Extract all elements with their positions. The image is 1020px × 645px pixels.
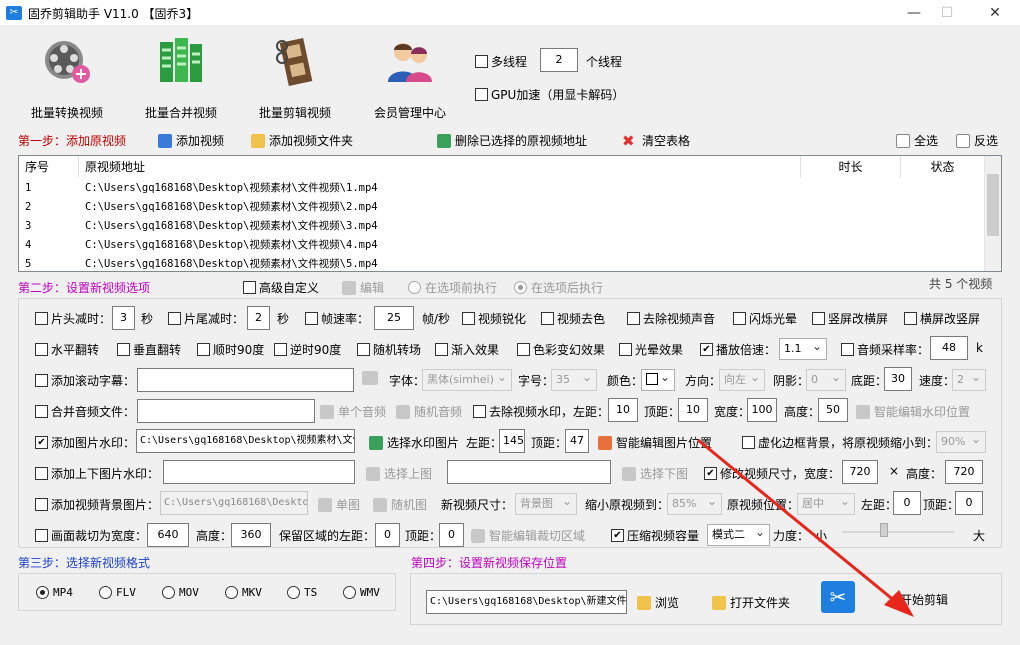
annotation-arrow [697, 438, 914, 617]
